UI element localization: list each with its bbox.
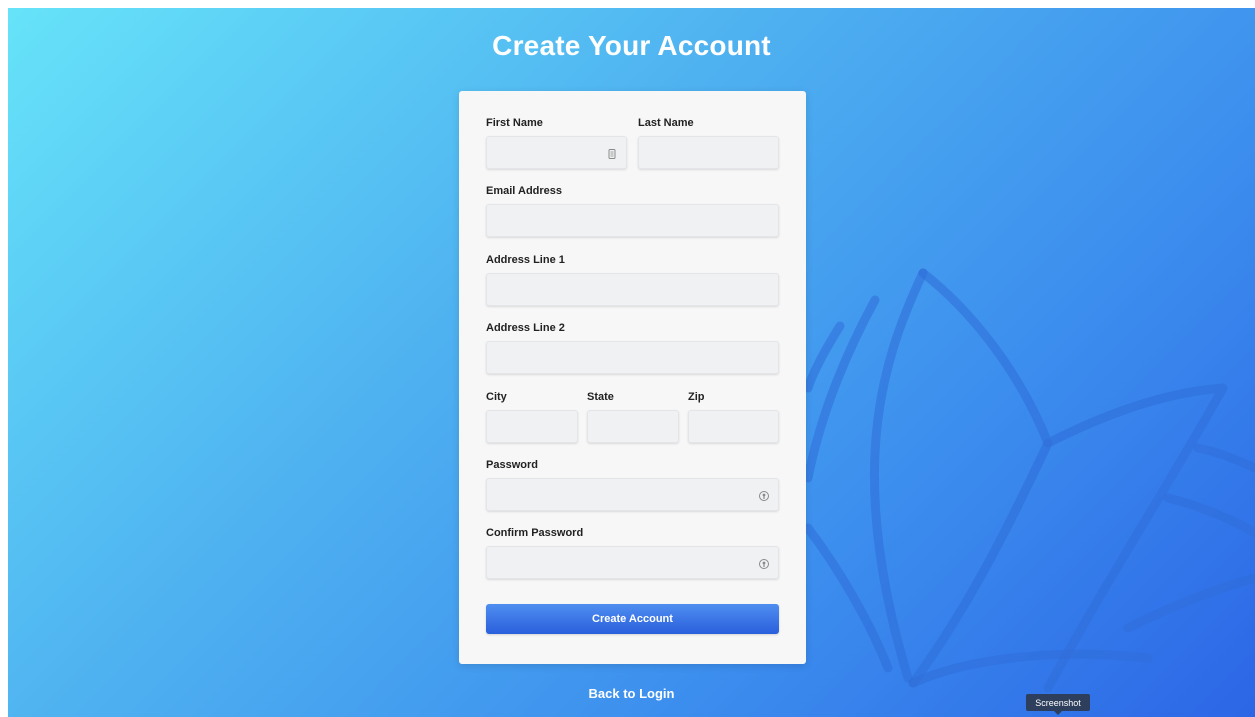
password-key-icon[interactable] <box>758 489 770 501</box>
last-name-field[interactable] <box>638 136 779 169</box>
address-line-2-input[interactable] <box>487 342 778 373</box>
password-input[interactable] <box>487 479 778 510</box>
contact-card-icon <box>606 147 618 159</box>
zip-field[interactable] <box>688 410 779 443</box>
password-label: Password <box>486 459 538 471</box>
last-name-input[interactable] <box>639 137 778 168</box>
state-field[interactable] <box>587 410 679 443</box>
first-name-field[interactable] <box>486 136 627 169</box>
page-title: Create Your Account <box>492 30 771 61</box>
password-field[interactable] <box>486 478 779 511</box>
confirm-password-label: Confirm Password <box>486 527 584 539</box>
screenshot-tooltip: Screenshot <box>1026 694 1090 715</box>
address-line-2-field[interactable] <box>486 341 779 374</box>
zip-input[interactable] <box>689 411 778 442</box>
create-account-button[interactable]: Create Account <box>486 604 779 634</box>
address-line-1-field[interactable] <box>486 273 779 306</box>
address-line-1-label: Address Line 1 <box>486 254 565 266</box>
last-name-label: Last Name <box>638 117 694 129</box>
password-key-icon[interactable] <box>758 557 770 569</box>
page-background: Create Your Account First Name Last Name… <box>8 8 1255 717</box>
address-line-1-input[interactable] <box>487 274 778 305</box>
state-input[interactable] <box>588 411 678 442</box>
state-label: State <box>587 391 614 403</box>
confirm-password-input[interactable] <box>487 547 778 578</box>
zip-label: Zip <box>688 391 705 403</box>
email-input[interactable] <box>487 205 778 236</box>
email-field[interactable] <box>486 204 779 237</box>
signup-form-card: First Name Last Name Email Address Addre… <box>459 91 806 664</box>
city-field[interactable] <box>486 410 578 443</box>
city-label: City <box>486 391 507 403</box>
address-line-2-label: Address Line 2 <box>486 322 565 334</box>
first-name-label: First Name <box>486 117 543 129</box>
confirm-password-field[interactable] <box>486 546 779 579</box>
city-input[interactable] <box>487 411 577 442</box>
email-label: Email Address <box>486 185 563 197</box>
